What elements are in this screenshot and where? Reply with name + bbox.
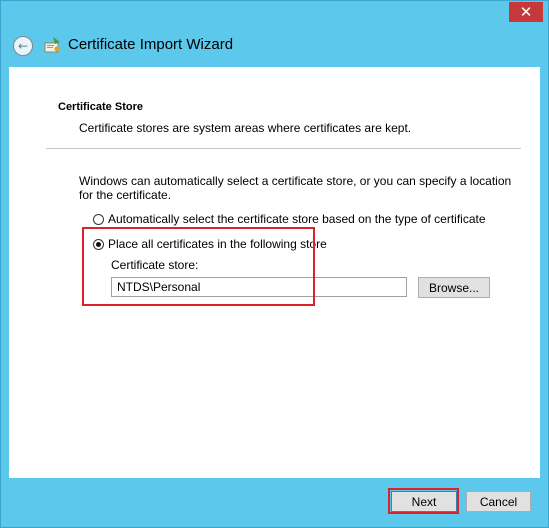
place-in-store-option[interactable]: Place all certificates in the following … — [93, 237, 327, 251]
wizard-title: Certificate Import Wizard — [68, 36, 234, 53]
section-description: Certificate stores are system areas wher… — [79, 121, 412, 135]
cancel-button[interactable]: Cancel — [466, 491, 531, 512]
browse-button[interactable]: Browse... — [418, 277, 490, 298]
wizard-content: Certificate Store Certificate stores are… — [9, 67, 540, 478]
info-text: Windows can automatically select a certi… — [79, 174, 512, 202]
auto-select-label: Automatically select the certificate sto… — [108, 212, 486, 226]
divider — [46, 148, 521, 149]
auto-select-radio[interactable] — [93, 213, 104, 225]
certificate-wizard-icon — [44, 37, 60, 53]
back-button[interactable]: ← — [13, 36, 33, 56]
back-arrow-icon: ← — [17, 39, 29, 53]
wizard-window: ✕ ← Certificate Import Wizard Certificat… — [0, 0, 549, 528]
certificate-store-input[interactable] — [111, 277, 407, 297]
section-title: Certificate Store — [58, 101, 143, 113]
certificate-store-label: Certificate store: — [111, 258, 199, 272]
close-icon: ✕ — [519, 3, 533, 21]
place-in-store-label: Place all certificates in the following … — [108, 237, 327, 251]
next-button[interactable]: Next — [391, 491, 457, 512]
place-in-store-radio[interactable] — [93, 238, 104, 250]
close-button[interactable]: ✕ — [509, 2, 543, 22]
auto-select-option[interactable]: Automatically select the certificate sto… — [93, 212, 486, 226]
